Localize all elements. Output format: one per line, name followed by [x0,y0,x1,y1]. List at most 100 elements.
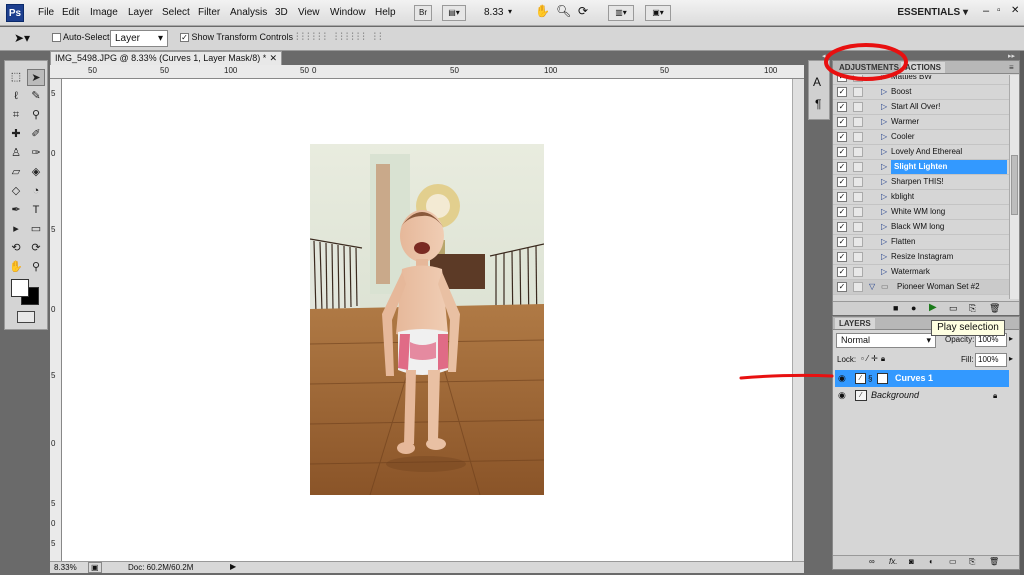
checkmark-icon[interactable]: ✓ [837,132,847,142]
dialog-toggle[interactable] [853,252,863,262]
action-item[interactable]: ✓ ▷ Resize Instagram [833,250,1009,265]
expand-triangle-icon[interactable]: ▷ [881,265,887,279]
delete-icon[interactable]: 🗑︎ [989,303,1000,314]
dialog-toggle[interactable] [853,87,863,97]
crop-tool-icon[interactable]: ⌗ [7,107,25,124]
action-item-selected[interactable]: ✓ ▷ Slight Lighten [833,160,1009,175]
action-item[interactable]: ✓ ▷ Lovely And Ethereal [833,145,1009,160]
dialog-toggle[interactable] [853,222,863,232]
paint-bucket-icon[interactable]: ◈ [27,164,45,181]
minibridge-icon[interactable]: ▤▾ [442,5,466,21]
menu-view[interactable]: View [298,7,320,18]
bridge-button[interactable]: Br [414,5,432,21]
layer-mask-thumbnail[interactable] [877,373,888,384]
stop-icon[interactable]: ■ [893,303,898,313]
maximize-icon[interactable]: ▫ [997,5,1001,16]
zoom-level[interactable]: 8.33 [484,7,503,18]
checkmark-icon[interactable]: ✓ [837,177,847,187]
eye-icon[interactable]: ◉ [838,387,846,404]
expand-triangle-icon[interactable]: ▷ [881,160,887,174]
vertical-scrollbar[interactable] [792,79,804,561]
checkmark-icon[interactable]: ✓ [837,75,847,82]
actions-scrollbar[interactable] [1009,75,1019,299]
expand-triangle-icon[interactable]: ▷ [881,145,887,159]
expand-triangle-icon[interactable]: ▷ [881,100,887,114]
checkmark-icon[interactable]: ✓ [837,237,847,247]
expand-triangle-icon[interactable]: ▷ [881,205,887,219]
fx-icon[interactable]: fx. [889,557,897,566]
menu-layer[interactable]: Layer [128,7,153,18]
scroll-thumb[interactable] [1011,155,1018,215]
action-item[interactable]: ✓ ▷ Start All Over! [833,100,1009,115]
expand-triangle-icon[interactable]: ▷ [881,85,887,99]
action-set-folder[interactable]: ✓ ▽ ▭ Pioneer Woman Set #2 [833,280,1009,295]
path-select-icon[interactable]: ▸ [7,221,25,238]
checkmark-icon[interactable]: ✓ [837,162,847,172]
arrange-documents-icon[interactable]: ▥▾ [608,5,634,21]
lock-icons[interactable]: ▫⁄✛🔒︎ [861,354,888,364]
marquee-tool-icon[interactable]: ⬚ [7,69,25,86]
action-item[interactable]: ✓ ▷ Watermark [833,265,1009,280]
action-item[interactable]: ✓ ▷ Cooler [833,130,1009,145]
tab-layers[interactable]: LAYERS [835,318,875,329]
menu-image[interactable]: Image [90,7,118,18]
dialog-toggle[interactable] [853,177,863,187]
menu-file[interactable]: File [38,7,54,18]
expand-triangle-icon[interactable]: ▷ [881,220,887,234]
lasso-tool-icon[interactable]: ℓ [7,88,25,105]
checkmark-icon[interactable]: ✓ [837,102,847,112]
dialog-toggle[interactable] [853,282,863,292]
status-menu-arrow-icon[interactable]: ▶ [230,562,236,571]
zoom-tool-icon[interactable]: ⚲ [27,259,45,276]
menu-help[interactable]: Help [375,7,396,18]
healing-brush-icon[interactable]: ✚ [7,126,25,143]
checkmark-icon[interactable]: ✓ [837,282,847,292]
chain-link-icon[interactable]: § [868,370,872,387]
eye-icon[interactable]: ◉ [838,370,846,387]
dialog-toggle[interactable] [853,162,863,172]
new-set-icon[interactable]: ▭ [949,303,958,314]
new-group-icon[interactable]: ▭ [949,557,957,566]
pen-tool-icon[interactable]: ✒ [7,202,25,219]
rotate-view-icon[interactable]: ⟳ [578,4,588,18]
auto-select-checkbox[interactable]: Auto-Select: [52,32,112,43]
minimize-icon[interactable]: – [983,5,989,17]
dialog-toggle[interactable] [853,102,863,112]
type-tool-icon[interactable]: T [27,202,45,219]
screen-mode-icon[interactable]: ▣▾ [645,5,671,21]
expand-triangle-icon[interactable]: ▷ [881,130,887,144]
record-icon[interactable]: ● [911,303,916,313]
delete-layer-icon[interactable]: 🗑︎ [989,557,999,566]
action-item[interactable]: ✓ ▷ Flatten [833,235,1009,250]
action-item[interactable]: ✓ ▷ kblight [833,190,1009,205]
action-item[interactable]: ✓ ▷ Boost [833,85,1009,100]
hand-tool-icon[interactable]: ✋ [7,259,25,276]
blur-tool-icon[interactable]: ◇ [7,183,25,200]
quick-mask-icon[interactable] [17,311,35,323]
menu-3d[interactable]: 3D [275,7,288,18]
quick-select-tool-icon[interactable]: ✎ [27,88,45,105]
menu-edit[interactable]: Edit [62,7,79,18]
status-preview-icon[interactable]: ▣ [88,562,102,573]
new-adjustment-icon[interactable]: ◐ [929,557,934,566]
action-item[interactable]: ✓ ▷ Black WM long [833,220,1009,235]
close-icon[interactable]: ✕ [1011,5,1019,16]
clone-stamp-icon[interactable]: ♙ [7,145,25,162]
dialog-toggle[interactable] [853,132,863,142]
new-action-icon[interactable]: ⎘ [969,303,976,314]
workspace-switcher[interactable]: ESSENTIALS ▾ [897,7,968,18]
add-mask-icon[interactable]: ◙ [909,557,914,566]
new-layer-icon[interactable]: ⎘ [969,557,975,567]
expand-triangle-icon[interactable]: ▷ [881,175,887,189]
dialog-toggle[interactable] [853,147,863,157]
expand-panels-icon[interactable]: ▸▸ [1008,52,1015,60]
action-item[interactable]: ✓ ▷ Sharpen THIS! [833,175,1009,190]
menu-select[interactable]: Select [162,7,190,18]
checkmark-icon[interactable]: ✓ [837,87,847,97]
fill-arrow-icon[interactable]: ▸ [1009,354,1013,363]
close-tab-icon[interactable]: ✕ [269,53,277,64]
eraser-tool-icon[interactable]: ▱ [7,164,25,181]
expand-triangle-icon[interactable]: ▷ [881,250,887,264]
opacity-arrow-icon[interactable]: ▸ [1009,334,1013,343]
paragraph-panel-icon[interactable]: ¶ [815,97,821,111]
